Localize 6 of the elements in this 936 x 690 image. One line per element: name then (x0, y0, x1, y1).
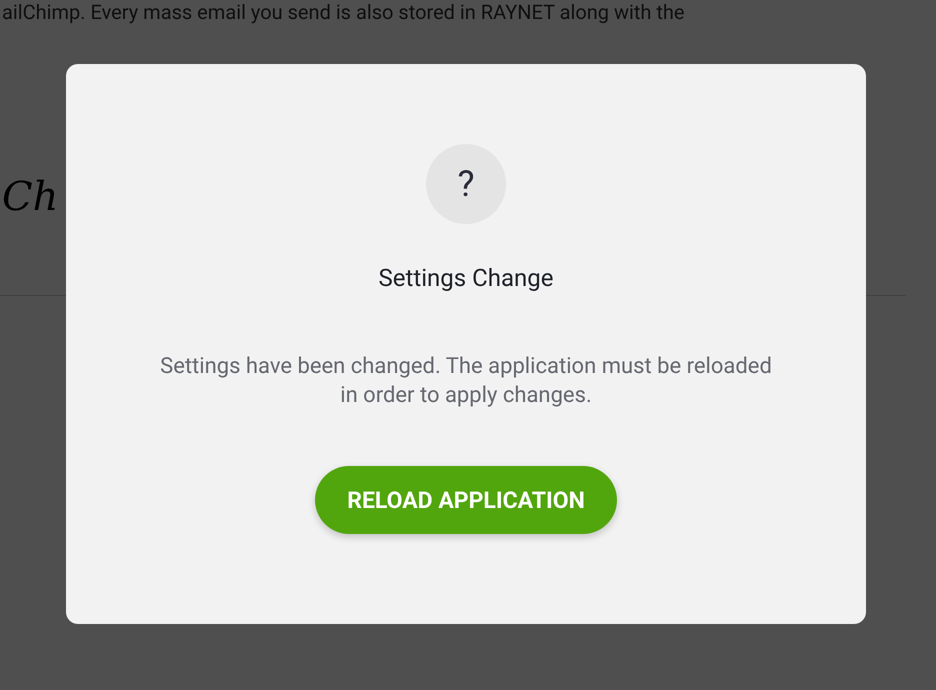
signature: Ch (2, 174, 58, 220)
dialog-title: Settings Change (378, 264, 554, 292)
question-icon: ? (426, 144, 506, 224)
reload-button[interactable]: RELOAD APPLICATION (315, 466, 617, 534)
dialog-message: Settings have been changed. The application must be reloaded in order to apply changes. (159, 353, 773, 410)
intro-text: ailChimp. Every mass email you send is also stored in RAYNET along with the (2, 0, 685, 24)
